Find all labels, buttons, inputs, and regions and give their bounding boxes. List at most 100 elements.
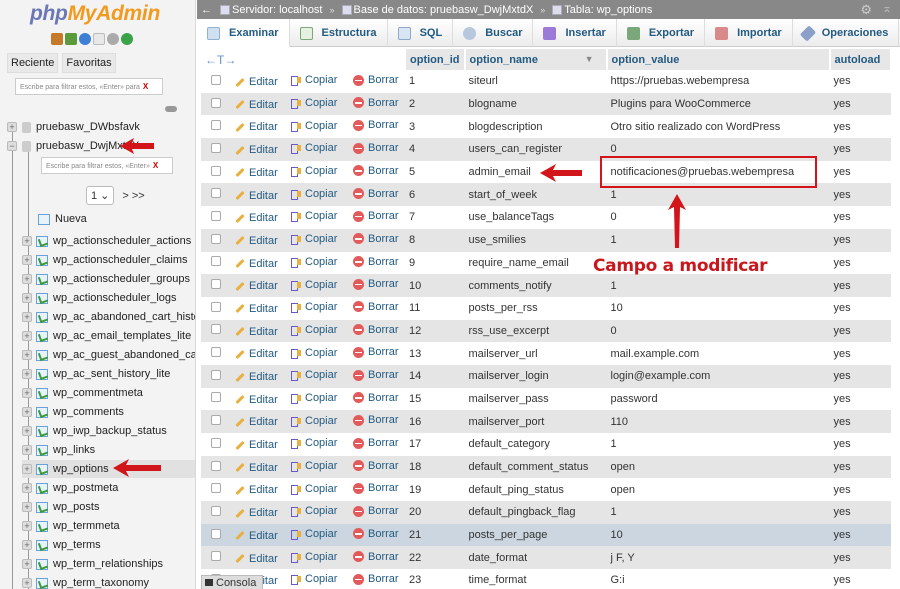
collapse-icon[interactable]: ⌅ [882, 1, 892, 15]
table-structure-icon[interactable] [36, 368, 48, 380]
autoload-cell[interactable]: yes [829, 115, 891, 139]
option-value-cell[interactable]: Otro sitio realizado con WordPress [606, 115, 830, 139]
table-structure-icon[interactable] [36, 444, 48, 456]
link-with-main-panel-icon[interactable] [165, 106, 177, 112]
delete-link[interactable]: Borrar [353, 460, 399, 472]
edit-link[interactable]: Editar [235, 235, 278, 247]
sidebar-table-item[interactable]: + wp_postmeta [22, 479, 118, 497]
table-structure-icon[interactable] [36, 406, 48, 418]
sidebar-table-item[interactable]: + wp_ac_abandoned_cart_history [22, 308, 195, 326]
row-checkbox[interactable] [211, 256, 221, 267]
autoload-cell[interactable]: yes [829, 274, 891, 297]
settings-gear-icon[interactable]: ⚙ [860, 2, 872, 18]
delete-link[interactable]: Borrar [353, 437, 399, 449]
row-checkbox[interactable] [211, 279, 221, 290]
option-name-cell[interactable]: posts_per_rss [464, 296, 607, 320]
delete-link[interactable]: Borrar [353, 233, 399, 245]
edit-link[interactable]: Editar [235, 484, 278, 496]
sidebar-table-item[interactable]: + wp_actionscheduler_logs [22, 289, 177, 307]
row-checkbox[interactable] [211, 505, 221, 516]
reload-icon[interactable] [121, 33, 133, 45]
edit-link[interactable]: Editar [235, 462, 278, 474]
row-checkbox[interactable] [211, 551, 221, 562]
sidebar-table-item[interactable]: + wp_terms [22, 536, 101, 554]
settings-icon[interactable] [107, 33, 119, 45]
option-id-cell[interactable]: 1 [405, 70, 465, 93]
sidebar-table-item[interactable]: + wp_termmeta [22, 517, 120, 535]
delete-link[interactable]: Borrar [353, 414, 399, 426]
option-name-cell[interactable]: blogdescription [464, 115, 607, 139]
table-structure-icon[interactable] [36, 311, 48, 323]
autoload-cell[interactable]: yes [829, 319, 891, 343]
recent-tab[interactable]: Reciente [7, 53, 59, 73]
option-name-cell[interactable]: comments_notify [464, 274, 607, 297]
option-id-cell[interactable]: 16 [405, 410, 465, 433]
database-item[interactable]: + pruebasw_DWbsfavk [7, 118, 140, 136]
autoload-cell[interactable]: yes [829, 138, 891, 161]
database-filter-input[interactable]: Escribe para filtrar estos, «Enter» para… [15, 78, 163, 95]
copy-link[interactable]: Copiar [291, 415, 337, 427]
delete-link[interactable]: Borrar [353, 256, 399, 268]
sidebar-table-item[interactable]: + wp_iwp_backup_status [22, 422, 167, 440]
table-name[interactable]: wp_comments [53, 406, 124, 418]
copy-link[interactable]: Copiar [291, 505, 337, 518]
table-name[interactable]: wp_ac_abandoned_cart_history [53, 311, 195, 323]
option-name-cell[interactable]: siteurl [464, 70, 607, 93]
docs-icon[interactable] [93, 33, 105, 45]
copy-link[interactable]: Copiar [291, 369, 337, 382]
expand-icon[interactable]: + [22, 293, 32, 303]
copy-link[interactable]: Copiar [291, 120, 337, 132]
table-structure-icon[interactable] [36, 463, 48, 475]
sidebar-table-item[interactable]: + wp_commentmeta [22, 384, 143, 402]
row-checkbox[interactable] [211, 74, 221, 85]
breadcrumb-server[interactable]: Servidor: localhost [220, 4, 323, 16]
table-name[interactable]: wp_ac_email_templates_lite [53, 330, 191, 342]
sidebar-table-item[interactable]: + wp_links [22, 441, 95, 459]
option-name-cell[interactable]: mailserver_login [464, 364, 607, 388]
option-name-cell[interactable]: default_category [464, 433, 607, 456]
expand-icon[interactable]: + [22, 312, 32, 322]
option-id-cell[interactable]: 5 [405, 160, 465, 184]
sidebar-table-item[interactable]: + wp_posts [22, 498, 99, 516]
copy-link[interactable]: Copiar [291, 210, 337, 223]
copy-link[interactable]: Copiar [291, 165, 337, 178]
delete-link[interactable]: Borrar [353, 301, 399, 313]
favorites-tab[interactable]: Favoritas [62, 53, 116, 73]
expand-icon[interactable]: + [22, 407, 32, 417]
autoload-cell[interactable]: yes [829, 569, 891, 589]
edit-link[interactable]: Editar [235, 371, 278, 383]
delete-link[interactable]: Borrar [353, 97, 399, 109]
sidebar-table-item[interactable]: + wp_ac_email_templates_lite [22, 327, 191, 345]
autoload-cell[interactable]: yes [829, 478, 891, 502]
option-name-cell[interactable]: mailserver_pass [464, 387, 607, 411]
row-checkbox[interactable] [211, 210, 221, 221]
delete-link[interactable]: Borrar [353, 142, 399, 154]
table-name[interactable]: wp_postmeta [53, 482, 118, 494]
option-name-cell[interactable]: use_smilies [464, 228, 607, 252]
autoload-cell[interactable]: yes [829, 206, 891, 229]
table-structure-icon[interactable] [36, 520, 48, 532]
expand-icon[interactable]: + [22, 255, 32, 265]
option-id-cell[interactable]: 17 [405, 433, 465, 456]
table-name[interactable]: wp_links [53, 444, 95, 456]
table-name[interactable]: wp_commentmeta [53, 387, 143, 399]
option-id-cell[interactable]: 15 [405, 387, 465, 411]
expand-icon[interactable]: + [22, 331, 32, 341]
tab-exportar[interactable]: Exportar [617, 19, 706, 47]
table-name[interactable]: wp_ac_guest_abandoned_cart [53, 349, 195, 361]
autoload-cell[interactable]: yes [829, 387, 891, 411]
option-value-cell[interactable]: 1 [606, 433, 830, 456]
option-id-cell[interactable]: 11 [405, 296, 465, 320]
option-name-cell[interactable]: posts_per_page [464, 523, 607, 547]
option-name-cell[interactable]: mailserver_port [464, 410, 607, 433]
table-name[interactable]: wp_ac_sent_history_lite [53, 368, 170, 380]
option-value-cell[interactable]: login@example.com [606, 364, 830, 388]
row-checkbox[interactable] [211, 392, 221, 403]
edit-link[interactable]: Editar [235, 303, 278, 315]
delete-link[interactable]: Borrar [353, 324, 399, 336]
option-name-cell[interactable]: blogname [464, 92, 607, 116]
breadcrumb-database[interactable]: Base de datos: pruebasw_DwjMxtdX [341, 4, 533, 16]
row-checkbox[interactable] [211, 369, 221, 380]
autoload-cell[interactable]: yes [829, 455, 891, 479]
copy-link[interactable]: Copiar [291, 188, 337, 200]
